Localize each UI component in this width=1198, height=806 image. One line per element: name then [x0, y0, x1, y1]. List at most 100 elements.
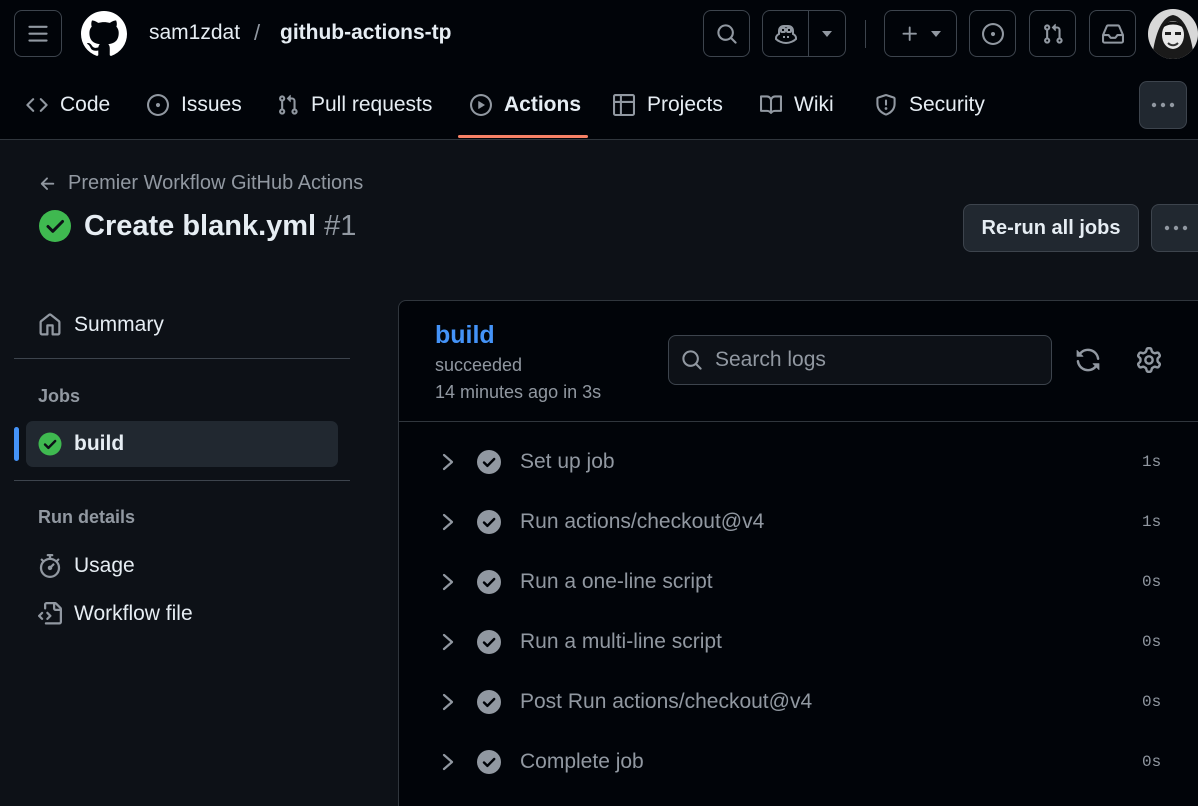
sidebar-item-workflow-file[interactable]: Workflow file [26, 591, 338, 637]
back-to-workflow-link[interactable]: Premier Workflow GitHub Actions [38, 172, 363, 195]
check-circle-fill-icon [38, 432, 62, 456]
github-logo-icon[interactable] [81, 11, 127, 57]
sidebar-item-label: build [74, 432, 125, 455]
file-code-icon [38, 602, 62, 626]
git-pull-request-icon [1042, 23, 1064, 45]
tab-label: Code [60, 93, 111, 116]
gear-icon [1136, 347, 1162, 373]
selected-indicator [14, 427, 19, 461]
copilot-button[interactable] [762, 10, 846, 57]
your-issues-button[interactable] [969, 10, 1016, 57]
global-header: sam1zdat / github-actions-tp Code Issues… [0, 0, 1198, 140]
step-name: Run a one-line script [520, 570, 713, 593]
table-icon [613, 94, 635, 116]
create-new-button[interactable] [884, 10, 957, 57]
step-duration: 1s [1142, 453, 1162, 471]
sidebar-item-usage[interactable]: Usage [26, 543, 338, 589]
check-circle-fill-icon [477, 510, 501, 534]
search-icon [716, 23, 738, 45]
step-name: Run a multi-line script [520, 630, 722, 653]
log-step[interactable]: Complete job 0s [400, 732, 1198, 792]
chevron-right-icon [440, 693, 456, 711]
step-duration: 0s [1142, 573, 1162, 591]
step-duration: 0s [1142, 693, 1162, 711]
more-tabs-button[interactable] [1139, 81, 1187, 129]
tab-code[interactable]: Code [14, 86, 122, 124]
chevron-right-icon [440, 633, 456, 651]
active-tab-underline [458, 135, 588, 138]
menu-button[interactable] [14, 10, 62, 57]
your-pull-requests-button[interactable] [1029, 10, 1076, 57]
run-details-heading: Run details [38, 507, 136, 527]
avatar[interactable] [1148, 9, 1198, 59]
log-step[interactable]: Run a one-line script 0s [400, 552, 1198, 612]
check-circle-fill-icon [477, 570, 501, 594]
repo-nav: Code Issues Pull requests Actions Projec… [0, 68, 1198, 140]
chevron-right-icon [440, 573, 456, 591]
sidebar-item-summary[interactable]: Summary [26, 302, 338, 348]
tab-pull-requests[interactable]: Pull requests [265, 86, 444, 124]
run-number: #1 [324, 209, 357, 242]
copilot-dropdown[interactable] [809, 11, 845, 56]
sidebar-item-label: Summary [74, 313, 164, 336]
breadcrumb-separator: / [254, 20, 261, 45]
check-circle-fill-icon [477, 630, 501, 654]
step-duration: 0s [1142, 753, 1162, 771]
arrow-left-icon [38, 174, 58, 194]
job-logs-panel: build succeeded 14 minutes ago in 3s Set… [398, 300, 1198, 806]
check-circle-fill-icon [477, 750, 501, 774]
inbox-icon [1101, 23, 1124, 45]
sidebar-item-label: Usage [74, 554, 135, 577]
log-step[interactable]: Post Run actions/checkout@v4 0s [400, 672, 1198, 732]
search-icon [681, 349, 703, 371]
job-name-link[interactable]: build [435, 321, 495, 350]
tab-issues[interactable]: Issues [135, 86, 254, 124]
search-logs-field[interactable] [668, 335, 1052, 385]
home-icon [38, 313, 62, 337]
run-title-text: Create blank.yml [84, 209, 317, 242]
step-duration: 1s [1142, 513, 1162, 531]
rerun-all-jobs-button[interactable]: Re-run all jobs [963, 204, 1139, 252]
sidebar-divider [14, 358, 350, 359]
sidebar-item-build-job[interactable]: build [26, 421, 338, 467]
sidebar-item-label: Workflow file [74, 602, 193, 625]
copilot-main[interactable] [763, 11, 810, 56]
kebab-horizontal-icon [1164, 225, 1188, 231]
tab-label: Actions [504, 93, 582, 116]
tab-security[interactable]: Security [863, 86, 997, 124]
log-step[interactable]: Run actions/checkout@v4 1s [400, 492, 1198, 552]
log-step[interactable]: Set up job 1s [400, 432, 1198, 492]
search-logs-input[interactable] [715, 348, 1035, 372]
step-name: Run actions/checkout@v4 [520, 510, 765, 533]
log-settings-button[interactable] [1136, 347, 1162, 373]
issue-opened-icon [981, 22, 1004, 45]
breadcrumb-owner[interactable]: sam1zdat [149, 21, 240, 45]
chevron-right-icon [440, 513, 456, 531]
page-title: Create blank.yml #1 [38, 209, 356, 243]
job-timestamp: 14 minutes ago in 3s [435, 382, 602, 402]
top-bar: sam1zdat / github-actions-tp [0, 0, 1198, 68]
job-header: build succeeded 14 minutes ago in 3s [399, 301, 1198, 422]
triangle-down-icon [930, 30, 942, 38]
chevron-right-icon [440, 453, 456, 471]
tab-label: Wiki [794, 93, 834, 116]
shield-icon [875, 94, 897, 116]
sync-icon [1075, 347, 1101, 373]
plus-icon [900, 24, 920, 44]
run-more-options-button[interactable] [1151, 204, 1198, 252]
search-button[interactable] [703, 10, 750, 57]
book-icon [760, 94, 782, 116]
tab-actions[interactable]: Actions [458, 86, 593, 124]
step-name: Set up job [520, 450, 615, 473]
log-step[interactable]: Run a multi-line script 0s [400, 612, 1198, 672]
job-status: succeeded [435, 355, 523, 375]
tab-label: Projects [647, 93, 723, 116]
refresh-button[interactable] [1075, 347, 1101, 373]
breadcrumb-repo[interactable]: github-actions-tp [280, 21, 451, 45]
issue-opened-icon [147, 94, 169, 116]
tab-projects[interactable]: Projects [601, 86, 735, 124]
step-name: Post Run actions/checkout@v4 [520, 690, 813, 713]
inbox-button[interactable] [1089, 10, 1136, 57]
tab-label: Issues [181, 93, 242, 116]
tab-wiki[interactable]: Wiki [748, 86, 846, 124]
